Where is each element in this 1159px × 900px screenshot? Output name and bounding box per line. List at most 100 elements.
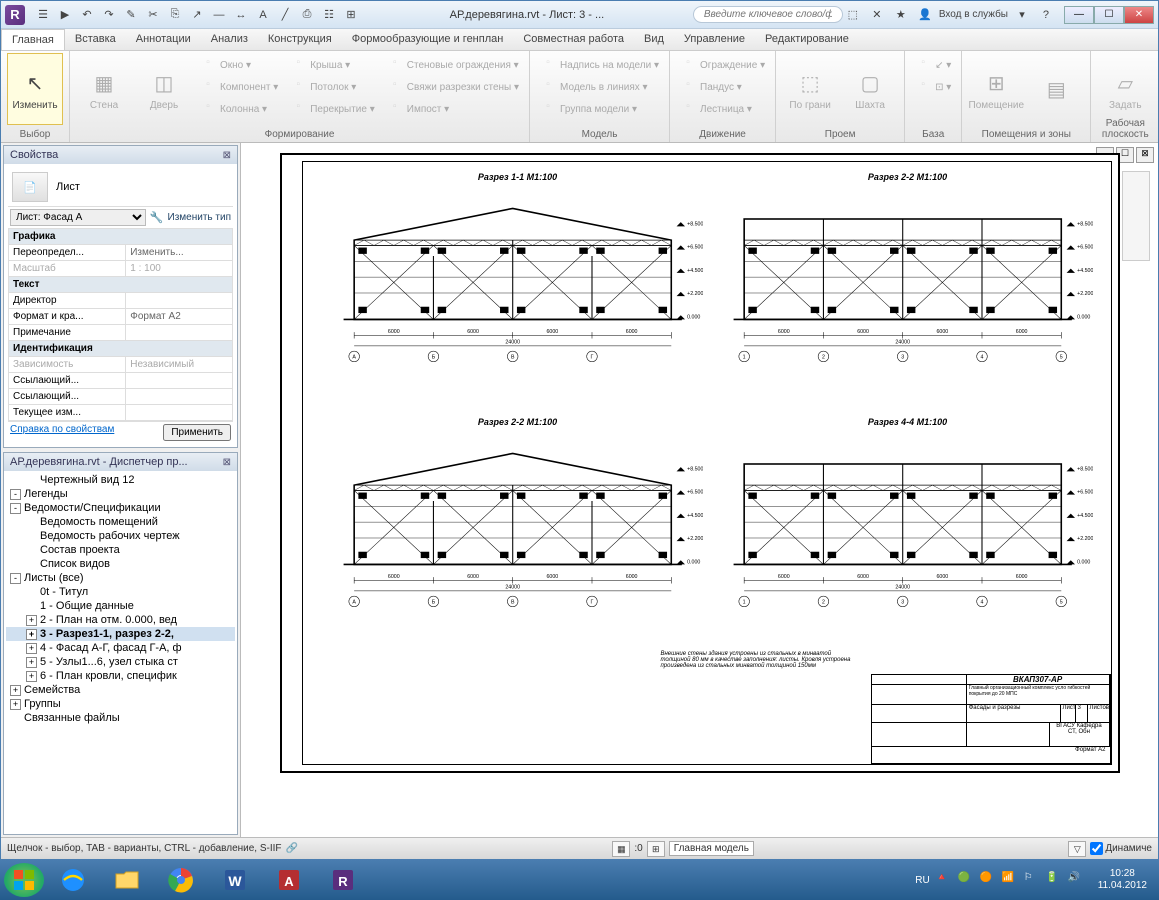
taskbar-autocad[interactable]: A <box>264 863 314 897</box>
prop-value[interactable] <box>126 405 233 421</box>
tree-toggle-icon[interactable]: + <box>26 657 37 668</box>
edit-type-icon[interactable]: 🔧 <box>150 211 164 224</box>
qat-button[interactable]: ✎ <box>121 5 141 25</box>
tray-icon[interactable]: 🔺 <box>936 872 952 888</box>
subscription-icon[interactable]: ⬚ <box>843 5 863 25</box>
ribbon-button[interactable]: ◫Дверь <box>136 53 192 125</box>
start-button[interactable] <box>4 863 44 897</box>
navigation-bar[interactable] <box>1122 171 1150 261</box>
prop-value[interactable]: Формат А2 <box>126 309 233 325</box>
tree-node[interactable]: +3 - Разрез1-1, разрез 2-2, <box>6 627 235 641</box>
dynamic-checkbox[interactable] <box>1090 842 1103 855</box>
properties-header[interactable]: Свойства ⊠ <box>4 146 237 164</box>
qat-button[interactable]: A <box>253 5 273 25</box>
ribbon-small-button[interactable]: ▫Колонна ▾ <box>196 99 282 119</box>
clock[interactable]: 10:28 11.04.2012 <box>1090 868 1155 892</box>
tree-node[interactable]: +Семейства <box>6 683 235 697</box>
help-search-input[interactable] <box>693 6 843 23</box>
tree-node[interactable]: +6 - План кровли, специфик <box>6 669 235 683</box>
ribbon-button[interactable]: ▢Шахта <box>842 53 898 125</box>
ribbon-tab[interactable]: Управление <box>674 29 755 50</box>
tree-toggle-icon[interactable]: + <box>10 699 21 710</box>
taskbar-revit[interactable]: R <box>318 863 368 897</box>
ribbon-small-button[interactable]: ▫Импост ▾ <box>383 99 523 119</box>
qat-button[interactable]: ⎘ <box>165 5 185 25</box>
prop-group-header[interactable]: Идентификация <box>9 341 233 357</box>
signin-dropdown-icon[interactable]: ▾ <box>1012 5 1032 25</box>
ribbon-button[interactable]: ▱Задать <box>1097 53 1153 125</box>
qat-button[interactable]: ↶ <box>77 5 97 25</box>
ribbon-tab[interactable]: Конструкция <box>258 29 342 50</box>
ribbon-tab[interactable]: Аннотации <box>126 29 201 50</box>
qat-button[interactable]: ▶ <box>55 5 75 25</box>
tree-node[interactable]: +Группы <box>6 697 235 711</box>
active-workset-select[interactable]: Главная модель <box>669 841 754 856</box>
filter-button[interactable]: ▽ <box>1068 841 1086 857</box>
qat-button[interactable]: — <box>209 5 229 25</box>
ribbon-tab[interactable]: Формообразующие и генплан <box>342 29 514 50</box>
ribbon-tab[interactable]: Совместная работа <box>513 29 634 50</box>
canvas-scroll[interactable]: Внешние стены здания устроены из стальны… <box>241 143 1158 837</box>
prop-group-header[interactable]: Текст <box>9 277 233 293</box>
tree-node[interactable]: Ведомость помещений <box>6 515 235 529</box>
tree-toggle-icon[interactable]: - <box>10 573 21 584</box>
tray-icon[interactable]: 🔋 <box>1046 872 1062 888</box>
drawing-canvas[interactable]: — ☐ ⊠ Внешние стены здания устроены из с… <box>241 143 1158 837</box>
ribbon-button[interactable]: ⊞Помещение <box>968 53 1024 125</box>
ribbon-small-button[interactable]: ▫Пандус ▾ <box>676 77 769 97</box>
prop-group-header[interactable]: Графика <box>9 229 233 245</box>
project-browser-close-icon[interactable]: ⊠ <box>223 457 231 468</box>
ribbon-button[interactable]: ↖Изменить <box>7 53 63 125</box>
signin-icon[interactable]: 👤 <box>915 5 935 25</box>
language-indicator[interactable]: RU <box>915 875 929 886</box>
tray-icon[interactable]: 📶 <box>1002 872 1018 888</box>
properties-close-icon[interactable]: ⊠ <box>223 150 231 161</box>
tree-node[interactable]: -Легенды <box>6 487 235 501</box>
ribbon-small-button[interactable]: ▫Группа модели ▾ <box>536 99 663 119</box>
ribbon-small-button[interactable]: ▫Надпись на модели ▾ <box>536 55 663 75</box>
help-icon[interactable]: ? <box>1036 5 1056 25</box>
taskbar-explorer[interactable] <box>102 863 152 897</box>
qat-button[interactable]: ⎙ <box>297 5 317 25</box>
dynamic-check[interactable]: Динамиче <box>1090 842 1152 855</box>
tree-node[interactable]: +2 - План на отм. 0.000, вед <box>6 613 235 627</box>
tree-node[interactable]: Чертежный вид 12 <box>6 473 235 487</box>
tray-icon[interactable]: 🟠 <box>980 872 996 888</box>
tray-icon[interactable]: ⚐ <box>1024 872 1040 888</box>
taskbar-word[interactable]: W <box>210 863 260 897</box>
qat-button[interactable]: ⊞ <box>341 5 361 25</box>
ribbon-small-button[interactable]: ▫Модель в линиях ▾ <box>536 77 663 97</box>
tree-toggle-icon[interactable]: + <box>26 629 37 640</box>
status-icon[interactable]: 🔗 <box>286 843 298 854</box>
properties-help-link[interactable]: Справка по свойствам <box>10 424 114 441</box>
app-menu-button[interactable]: R <box>5 5 25 25</box>
signin-label[interactable]: Вход в службы <box>939 9 1008 20</box>
tree-node[interactable]: 0t - Титул <box>6 585 235 599</box>
tree-node[interactable]: 1 - Общие данные <box>6 599 235 613</box>
ribbon-tab[interactable]: Вид <box>634 29 674 50</box>
tree-node[interactable]: Ведомость рабочих чертеж <box>6 529 235 543</box>
ribbon-small-button[interactable]: ▫Компонент ▾ <box>196 77 282 97</box>
qat-button[interactable]: ✂ <box>143 5 163 25</box>
tree-toggle-icon[interactable]: + <box>26 671 37 682</box>
ribbon-button[interactable]: ▤ <box>1028 53 1084 125</box>
volume-icon[interactable]: 🔊 <box>1068 872 1084 888</box>
ribbon-tab[interactable]: Анализ <box>201 29 258 50</box>
qat-button[interactable]: ☷ <box>319 5 339 25</box>
tree-toggle-icon[interactable]: + <box>26 615 37 626</box>
ribbon-small-button[interactable]: ▫Потолок ▾ <box>286 77 379 97</box>
favorite-icon[interactable]: ★ <box>891 5 911 25</box>
ribbon-button[interactable]: ⬚По грани <box>782 53 838 125</box>
edit-type-button[interactable]: Изменить тип <box>168 212 231 223</box>
ribbon-small-button[interactable]: ▫↙ ▾ <box>911 55 955 75</box>
qat-button[interactable]: ╱ <box>275 5 295 25</box>
ribbon-small-button[interactable]: ▫Окно ▾ <box>196 55 282 75</box>
tree-node[interactable]: -Листы (все) <box>6 571 235 585</box>
qat-button[interactable]: ↗ <box>187 5 207 25</box>
prop-value[interactable]: Независимый <box>126 357 233 373</box>
tree-node[interactable]: -Ведомости/Спецификации <box>6 501 235 515</box>
instance-filter-select[interactable]: Лист: Фасад А <box>10 209 146 226</box>
tree-node[interactable]: +5 - Узлы1...6, узел стыка ст <box>6 655 235 669</box>
tree-node[interactable]: +4 - Фасад А-Г, фасад Г-А, ф <box>6 641 235 655</box>
prop-value[interactable]: 1 : 100 <box>126 261 233 277</box>
